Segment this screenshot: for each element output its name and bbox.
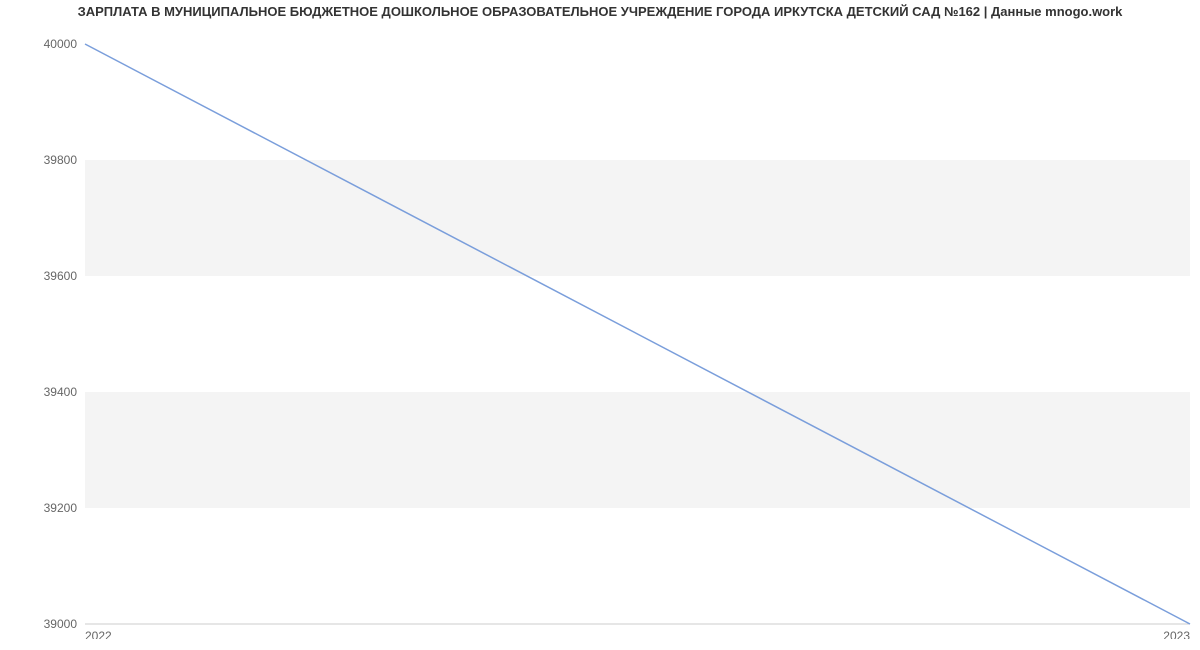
x-tick-label: 2023 <box>1163 629 1190 639</box>
y-tick-label: 40000 <box>44 37 78 51</box>
y-tick-label: 39800 <box>44 153 78 167</box>
chart-area: 39000 39200 39400 39600 39800 40000 2022 2023 <box>0 19 1200 639</box>
chart-svg: 39000 39200 39400 39600 39800 40000 2022 2023 <box>0 19 1200 639</box>
y-tick-label: 39600 <box>44 269 78 283</box>
x-tick-label: 2022 <box>85 629 112 639</box>
series-line <box>85 44 1190 624</box>
y-tick-label: 39400 <box>44 385 78 399</box>
y-tick-label: 39000 <box>44 617 78 631</box>
plot-band <box>85 392 1190 508</box>
plot-band <box>85 160 1190 276</box>
y-tick-label: 39200 <box>44 501 78 515</box>
chart-title: ЗАРПЛАТА В МУНИЦИПАЛЬНОЕ БЮДЖЕТНОЕ ДОШКО… <box>0 0 1200 19</box>
